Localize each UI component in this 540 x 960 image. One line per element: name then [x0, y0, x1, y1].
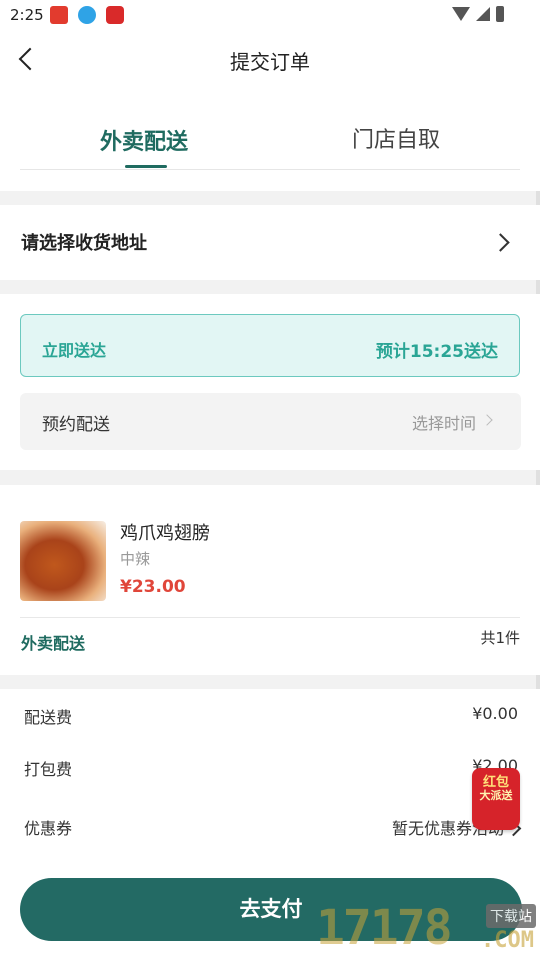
address-label: 请选择收货地址 [21, 233, 147, 254]
select-time-label: 选择时间 [411, 414, 476, 433]
divider [20, 169, 520, 170]
divider [20, 617, 520, 618]
product-spec: 中辣 [120, 550, 151, 568]
fees-section: 配送费 ¥0.00 打包费 ¥2.00 优惠券 暂无优惠券活动 [0, 689, 540, 859]
red-envelope-promo-icon[interactable]: 红包 大派送 [472, 768, 520, 830]
watermark-tag: 下载站 [486, 904, 536, 928]
product-image [20, 521, 106, 601]
battery-icon [496, 6, 504, 22]
watermark-suffix: .COM [481, 928, 534, 953]
coupon-label: 优惠券 [24, 819, 73, 838]
navigation-bar: 提交订单 [0, 32, 540, 88]
active-tab-indicator [125, 165, 167, 168]
delivery-fee-value: ¥0.00 [472, 704, 518, 723]
item-count: 共1件 [480, 629, 520, 647]
app-red-icon [106, 6, 124, 24]
order-items-section: 鸡爪鸡翅膀 中辣 ¥23.00 外卖配送 共1件 [0, 485, 540, 675]
watermark-digits: 17178 [316, 900, 452, 956]
download-icon [78, 6, 96, 24]
status-time: 2:25 [10, 6, 44, 24]
estimated-arrival: 预计15:25送达 [375, 342, 498, 362]
page-title: 提交订单 [230, 50, 310, 74]
signal-icon [476, 7, 490, 21]
chevron-right-icon [481, 414, 493, 426]
packing-fee-label: 打包费 [24, 760, 73, 779]
app-red-envelope-icon [50, 6, 68, 24]
promo-subtext: 大派送 [479, 789, 513, 802]
order-mode-label: 外卖配送 [21, 634, 86, 653]
tab-delivery[interactable]: 外卖配送 [100, 124, 188, 156]
instant-delivery-option[interactable]: 立即送达 预计15:25送达 [20, 314, 520, 377]
status-bar: 2:25 [0, 0, 540, 32]
delivery-fee-label: 配送费 [24, 708, 73, 727]
status-indicators [452, 6, 504, 22]
instant-delivery-label: 立即送达 [42, 341, 107, 360]
chevron-right-icon [491, 233, 510, 252]
scheduled-delivery-label: 预约配送 [42, 415, 110, 435]
delivery-mode-tabs: 外卖配送 门店自取 [0, 88, 540, 191]
product-name: 鸡爪鸡翅膀 [120, 523, 210, 544]
delivery-time-section: 立即送达 预计15:25送达 预约配送 选择时间 [0, 294, 540, 470]
site-watermark: 17178 下载站 .COM [316, 900, 538, 958]
address-selector[interactable]: 请选择收货地址 [0, 205, 540, 280]
product-price: ¥23.00 [120, 577, 186, 597]
tab-pickup[interactable]: 门店自取 [352, 122, 440, 154]
scheduled-delivery-option[interactable]: 预约配送 选择时间 [20, 393, 521, 450]
wifi-icon [452, 7, 470, 21]
